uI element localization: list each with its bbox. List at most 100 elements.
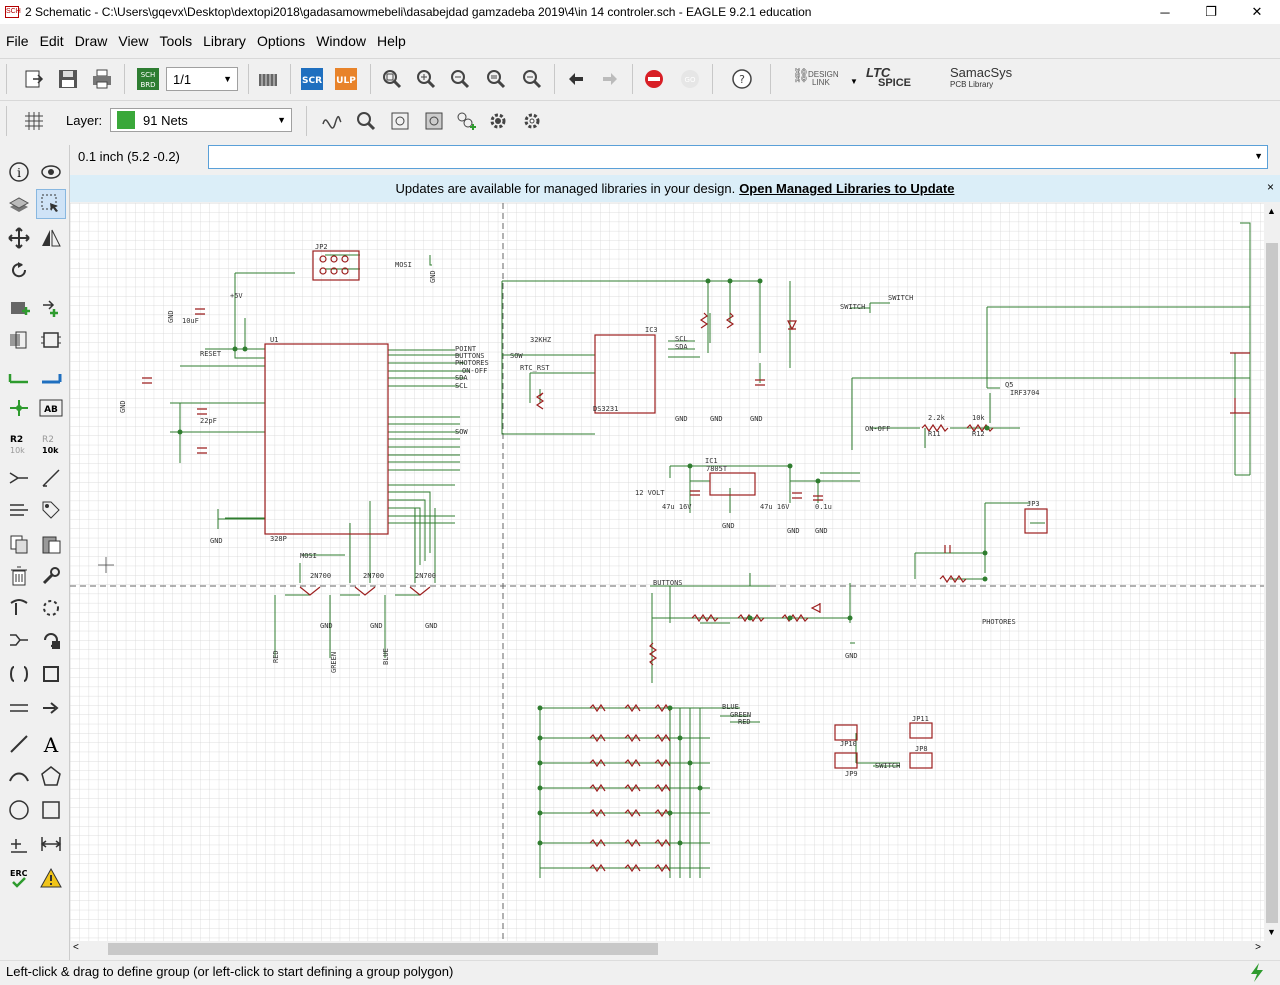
notification-close-button[interactable]: × — [1267, 180, 1274, 194]
delete-icon[interactable] — [4, 561, 34, 591]
value-icon[interactable]: R2 10k — [4, 429, 34, 459]
ltspice-button[interactable]: LTC SPICE — [866, 66, 911, 89]
erc-icon[interactable]: ERC — [4, 863, 34, 893]
grid-icon[interactable] — [20, 107, 48, 135]
group-move-icon[interactable] — [4, 659, 34, 689]
zoom-redraw-icon[interactable] — [518, 65, 546, 93]
warning-icon[interactable] — [36, 863, 66, 893]
print-icon[interactable] — [88, 65, 116, 93]
samacsys-button[interactable]: SamacSys PCB Library — [950, 66, 1012, 91]
menu-view[interactable]: View — [112, 33, 153, 49]
arc-icon[interactable] — [4, 761, 34, 791]
chevron-down-icon[interactable]: ▼ — [1254, 151, 1263, 161]
slice-icon[interactable] — [4, 495, 34, 525]
text-icon[interactable]: A — [36, 729, 66, 759]
copy-icon[interactable] — [4, 529, 34, 559]
split-icon[interactable] — [4, 463, 34, 493]
name-icon[interactable]: R2 10k — [36, 429, 66, 459]
search-icon[interactable] — [352, 107, 380, 135]
bus-icon[interactable] — [36, 361, 66, 391]
ulp-icon[interactable]: ULP — [332, 65, 360, 93]
package-icon[interactable] — [420, 107, 448, 135]
vertical-scrollbar[interactable]: ▲ ▼ — [1264, 203, 1280, 941]
net-icon[interactable] — [4, 361, 34, 391]
paste-icon[interactable] — [36, 529, 66, 559]
sch-brd-switch-icon[interactable]: SCH BRD — [134, 65, 162, 93]
script-icon[interactable]: SCR — [298, 65, 326, 93]
layers-icon[interactable] — [4, 189, 34, 219]
settings-icon[interactable] — [518, 107, 546, 135]
ratsnest-icon[interactable] — [36, 593, 66, 623]
polygon-icon[interactable] — [36, 761, 66, 791]
info-icon[interactable]: i — [4, 157, 34, 187]
open-icon[interactable] — [20, 65, 48, 93]
rectangle-icon[interactable] — [36, 795, 66, 825]
maximize-button[interactable]: ❐ — [1188, 0, 1234, 24]
rotate-icon[interactable] — [4, 255, 34, 285]
add-part-icon[interactable] — [4, 293, 34, 323]
vertical-scroll-thumb[interactable] — [1266, 243, 1278, 923]
change-icon[interactable] — [36, 625, 66, 655]
zoom-fit-icon[interactable] — [378, 65, 406, 93]
cam-processor-icon[interactable] — [254, 65, 282, 93]
save-icon[interactable] — [54, 65, 82, 93]
close-button[interactable]: ✕ — [1234, 0, 1280, 24]
optimize-icon[interactable] — [4, 625, 34, 655]
schematic-canvas[interactable]: JP2 MOSI GND U1 328P POINT BUTTONS PHOTO… — [70, 203, 1264, 941]
menu-edit[interactable]: Edit — [34, 33, 69, 49]
menu-file[interactable]: File — [0, 33, 34, 49]
circle-icon[interactable] — [4, 795, 34, 825]
bend-icon[interactable] — [36, 659, 66, 689]
menu-library[interactable]: Library — [197, 33, 251, 49]
open-managed-libraries-link[interactable]: Open Managed Libraries to Update — [739, 181, 954, 196]
group-select-icon[interactable] — [36, 189, 66, 219]
horizontal-scroll-thumb[interactable] — [108, 943, 658, 955]
show-icon[interactable] — [36, 157, 66, 187]
go-icon[interactable]: GO — [676, 65, 704, 93]
wrench-icon[interactable] — [36, 561, 66, 591]
undo-icon[interactable] — [562, 65, 590, 93]
label-icon[interactable]: AB — [36, 393, 66, 423]
menu-window[interactable]: Window — [310, 33, 371, 49]
svg-text:GND: GND — [815, 527, 828, 535]
miter-icon[interactable] — [36, 463, 66, 493]
redo-icon[interactable] — [596, 65, 624, 93]
symbol-icon[interactable] — [386, 107, 414, 135]
mark-icon[interactable] — [4, 829, 34, 859]
dimension-icon[interactable] — [36, 829, 66, 859]
line-icon[interactable] — [4, 729, 34, 759]
chevron-down-icon[interactable]: ▼ — [850, 77, 858, 86]
zoom-select-icon[interactable] — [482, 65, 510, 93]
junction-icon[interactable] — [4, 393, 34, 423]
move-icon[interactable] — [4, 223, 34, 253]
horizontal-scrollbar[interactable]: < > — [70, 941, 1264, 957]
gear-icon[interactable] — [484, 107, 512, 135]
attribute-icon[interactable] — [36, 495, 66, 525]
arrow-right-icon[interactable] — [36, 693, 66, 723]
scroll-left-icon[interactable]: < — [73, 942, 79, 953]
layer-select[interactable]: 91 Nets ▼ — [110, 108, 292, 132]
command-input[interactable]: ▼ — [208, 145, 1268, 169]
smash-icon[interactable] — [4, 593, 34, 623]
sheet-select[interactable]: 1/1 ▼ — [166, 67, 238, 91]
pinswap-icon[interactable] — [36, 293, 66, 323]
menu-tools[interactable]: Tools — [153, 33, 197, 49]
stop-icon[interactable] — [640, 65, 668, 93]
menu-options[interactable]: Options — [251, 33, 310, 49]
scroll-right-icon[interactable]: > — [1255, 942, 1261, 953]
gate-swap-icon[interactable] — [36, 325, 66, 355]
design-link-button[interactable]: ⛓ DESIGN LINK — [792, 68, 839, 87]
replace-icon[interactable] — [4, 325, 34, 355]
menu-help[interactable]: Help — [371, 33, 411, 49]
minimize-button[interactable]: ─ — [1142, 0, 1188, 24]
mirror-icon[interactable] — [36, 223, 66, 253]
menu-draw[interactable]: Draw — [69, 33, 113, 49]
scroll-down-icon[interactable]: ▼ — [1267, 927, 1276, 937]
zoom-out-icon[interactable] — [446, 65, 474, 93]
wire-split-icon[interactable] — [4, 693, 34, 723]
wire-bend-icon[interactable] — [318, 107, 346, 135]
scroll-up-icon[interactable]: ▲ — [1267, 206, 1276, 216]
help-icon[interactable]: ? — [728, 65, 756, 93]
add-link-icon[interactable] — [452, 107, 480, 135]
zoom-in-icon[interactable] — [412, 65, 440, 93]
